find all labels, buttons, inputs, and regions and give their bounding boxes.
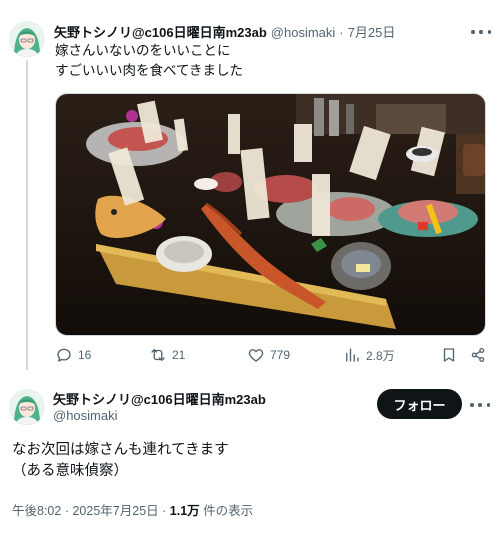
avatar-image xyxy=(9,21,45,57)
bookmark-button[interactable] xyxy=(440,346,458,364)
views-label: 件の表示 xyxy=(203,504,254,518)
user-handle[interactable]: @hosimaki xyxy=(53,408,118,423)
views-count: 1.1万 xyxy=(169,504,200,518)
tweet-text-line: すごいいい肉を食べてきました xyxy=(55,63,244,78)
user-handle[interactable]: @hosimaki xyxy=(271,25,336,40)
share-icon xyxy=(471,347,485,363)
tweet-media[interactable] xyxy=(55,93,486,336)
view-count: 2.8万 xyxy=(366,348,395,363)
avatar-image xyxy=(9,389,45,425)
views-button[interactable]: 2.8万 xyxy=(343,346,395,364)
post-date[interactable]: 2025年7月25日 xyxy=(72,504,158,518)
separator-dot: · xyxy=(162,504,167,518)
tweet-text: 嫁さんいないのをいいことに すごいいい肉を食べてきました xyxy=(55,41,243,81)
post-time[interactable]: 午後8:02 xyxy=(12,504,61,518)
retweet-icon xyxy=(151,349,165,361)
avatar[interactable] xyxy=(9,389,45,425)
tweet-text-line: 嫁さんいないのをいいことに xyxy=(55,43,231,58)
display-name[interactable]: 矢野トシノリ@c106日曜日南m23ab xyxy=(54,22,267,41)
like-icon xyxy=(248,349,264,362)
reply-handle-row: @hosimaki xyxy=(49,408,118,423)
yakiniku-photo xyxy=(56,94,485,335)
bookmark-icon xyxy=(443,348,455,362)
separator-dot: · xyxy=(339,25,344,40)
reply-text-line: なお次回は嫁さんも連れてきます xyxy=(12,442,229,458)
like-count: 779 xyxy=(270,348,291,362)
like-button[interactable]: 779 xyxy=(247,346,290,364)
tweet-header: 矢野トシノリ@c106日曜日南m23ab @hosimaki · 7月25日 xyxy=(54,22,395,41)
retweet-button[interactable]: 21 xyxy=(149,346,185,364)
reply-text-line: （ある意味偵察） xyxy=(12,463,128,479)
tweet-date[interactable]: 7月25日 xyxy=(348,22,396,41)
reply-display-name-row: 矢野トシノリ@c106日曜日南m23ab xyxy=(53,389,266,408)
views-icon xyxy=(346,348,359,362)
share-button[interactable] xyxy=(469,346,487,364)
thread-line xyxy=(26,60,28,370)
more-icon[interactable] xyxy=(471,25,491,39)
reply-count: 16 xyxy=(78,348,92,362)
follow-button[interactable]: フォロー xyxy=(377,389,462,419)
reply-text: なお次回は嫁さんも連れてきます （ある意味偵察） xyxy=(12,440,229,482)
separator-dot: · xyxy=(64,504,69,518)
retweet-count: 21 xyxy=(172,348,186,362)
display-name[interactable]: 矢野トシノリ@c106日曜日南m23ab xyxy=(53,389,266,408)
more-icon[interactable] xyxy=(470,398,490,412)
reply-button[interactable]: 16 xyxy=(55,346,91,364)
avatar[interactable] xyxy=(9,21,45,57)
reply-icon xyxy=(57,348,71,362)
tweet-meta: 午後8:02 · 2025年7月25日 · 1.1万 件の表示 xyxy=(12,500,253,519)
tweet-actions: 16 21 779 2.8万 xyxy=(55,346,487,368)
